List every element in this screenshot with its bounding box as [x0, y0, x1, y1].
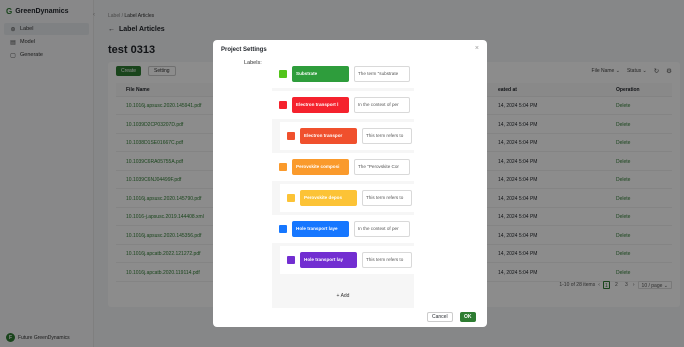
labels-field-label: Labels:	[244, 60, 262, 66]
label-name-input[interactable]: Electron transport l	[292, 97, 349, 113]
label-color-swatch[interactable]	[287, 132, 295, 140]
label-name-input[interactable]: Electron transpor	[300, 128, 357, 144]
modal-title: Project Settings	[221, 47, 267, 53]
add-label-button[interactable]: + Add	[272, 293, 414, 299]
label-name-input[interactable]: Perovskite depos	[300, 190, 357, 206]
label-row: Hole transport laye In the context of per	[272, 215, 414, 243]
label-row: Hole transport lay This term refers to	[280, 246, 414, 274]
label-color-swatch[interactable]	[287, 194, 295, 202]
label-name-input[interactable]: Perovskite composi	[292, 159, 349, 175]
cancel-button[interactable]: Cancel	[427, 312, 453, 322]
label-name-input[interactable]: Hole transport laye	[292, 221, 349, 237]
label-description-input[interactable]: This term refers to	[362, 128, 412, 144]
label-row: Substrate The term "substrate	[272, 60, 414, 88]
label-name-input[interactable]: Hole transport lay	[300, 252, 357, 268]
label-color-swatch[interactable]	[287, 256, 295, 264]
label-color-swatch[interactable]	[279, 70, 287, 78]
ok-button[interactable]: OK	[460, 312, 476, 322]
label-color-swatch[interactable]	[279, 101, 287, 109]
label-row: Electron transport l In the context of pe…	[272, 91, 414, 119]
close-icon[interactable]: ×	[475, 45, 479, 52]
project-settings-modal: Project Settings × Labels: Substrate The …	[213, 40, 487, 327]
label-row: Electron transpor This term refers to	[280, 122, 414, 150]
label-row: Perovskite depos This term refers to	[280, 184, 414, 212]
label-color-swatch[interactable]	[279, 225, 287, 233]
label-description-input[interactable]: The term "substrate	[354, 66, 410, 82]
label-description-input[interactable]: This term refers to	[362, 190, 412, 206]
label-description-input[interactable]: In the context of per	[354, 221, 410, 237]
label-description-input[interactable]: The "Perovskite Cor	[354, 159, 410, 175]
label-color-swatch[interactable]	[279, 163, 287, 171]
label-name-input[interactable]: Substrate	[292, 66, 349, 82]
label-description-input[interactable]: In the context of per	[354, 97, 410, 113]
labels-list[interactable]: Substrate The term "substrate Electron tra…	[272, 60, 414, 308]
label-description-input[interactable]: This term refers to	[362, 252, 412, 268]
label-row: Perovskite composi The "Perovskite Cor	[272, 153, 414, 181]
